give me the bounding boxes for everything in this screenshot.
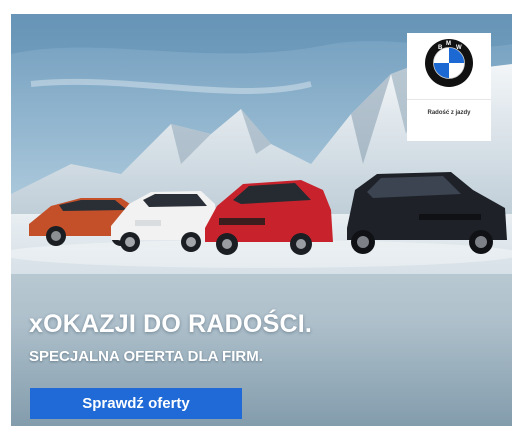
svg-text:M: M xyxy=(446,41,451,47)
ad-subheadline: SPECJALNA OFERTA DLA FIRM. xyxy=(29,348,263,365)
logo-divider xyxy=(407,99,491,100)
svg-text:W: W xyxy=(456,45,462,51)
bmw-logo-box[interactable]: B M W Radość z jazdy xyxy=(407,33,491,141)
ad-headline: xOKAZJI DO RADOŚCI. xyxy=(29,310,312,338)
check-offers-button[interactable]: Sprawdź oferty xyxy=(30,388,242,419)
svg-text:B: B xyxy=(438,45,443,51)
bmw-roundel-icon: B M W xyxy=(425,39,473,87)
brand-tagline: Radość z jazdy xyxy=(427,110,471,116)
bmw-ad-banner[interactable]: B M W Radość z jazdy xOKAZJI DO RADOŚCI.… xyxy=(11,14,512,426)
